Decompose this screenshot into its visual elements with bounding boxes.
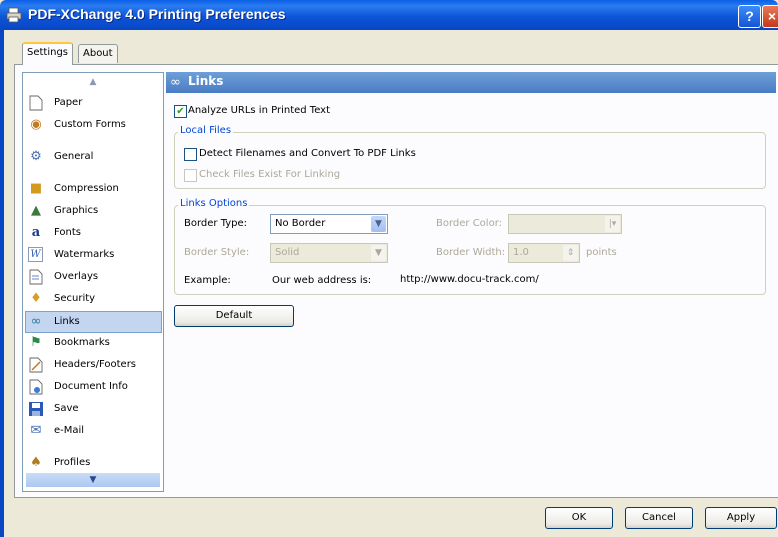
border-width-unit: points: [586, 247, 617, 258]
sidebar-item-document-info[interactable]: Document Info: [26, 377, 162, 397]
sidebar-item-custom-forms[interactable]: ◉ Custom Forms: [26, 115, 162, 135]
sidebar-item-general[interactable]: ⚙ General: [26, 147, 162, 167]
chevron-down-icon: ▼: [371, 216, 386, 232]
border-style-select[interactable]: Solid ▼: [270, 243, 388, 263]
sidebar-item-label: Headers/Footers: [54, 359, 137, 370]
sidebar-item-label: Overlays: [54, 271, 99, 282]
border-color-select[interactable]: |▾: [508, 214, 622, 234]
sidebar-item-label: Fonts: [54, 227, 81, 238]
general-icon: ⚙: [30, 149, 42, 164]
links-icon: ∞: [170, 75, 181, 90]
tab-settings[interactable]: Settings: [22, 42, 74, 65]
profiles-icon: ♠: [30, 455, 42, 470]
scroll-up-button[interactable]: ▲: [26, 75, 160, 89]
graphics-icon: ▲: [31, 203, 41, 218]
sidebar-item-fonts[interactable]: a Fonts: [26, 223, 162, 243]
check-files-checkbox[interactable]: [184, 169, 197, 182]
overlays-icon: [28, 269, 44, 285]
sidebar-item-security[interactable]: ♦ Security: [26, 289, 162, 309]
sidebar-item-email[interactable]: ✉ e-Mail: [26, 421, 162, 441]
tab-about[interactable]: About: [78, 44, 118, 63]
apply-button[interactable]: Apply: [705, 507, 777, 529]
window-frame-left: [0, 30, 4, 537]
sidebar-item-compression[interactable]: ■ Compression: [26, 179, 162, 199]
ok-button[interactable]: OK: [545, 507, 613, 529]
local-files-title: Local Files: [178, 125, 234, 136]
sidebar-item-label: Security: [54, 293, 96, 304]
page-header: ∞ Links: [166, 72, 776, 93]
local-files-group: [174, 132, 766, 189]
default-button[interactable]: Default: [174, 305, 294, 327]
border-type-value: No Border: [275, 218, 326, 229]
border-style-label: Border Style:: [184, 247, 250, 258]
sidebar-item-label: General: [54, 151, 94, 162]
analyze-urls-checkbox[interactable]: ✔: [174, 105, 187, 118]
window-title: PDF-XChange 4.0 Printing Preferences: [28, 6, 286, 22]
links-icon: ∞: [30, 314, 42, 329]
sidebar-item-label: Compression: [54, 183, 119, 194]
sidebar-item-label: Save: [54, 403, 79, 414]
sidebar-item-label: Links: [54, 316, 80, 327]
check-files-label: Check Files Exist For Linking: [199, 169, 341, 180]
sidebar-item-label: Custom Forms: [54, 119, 126, 130]
border-type-label: Border Type:: [184, 218, 248, 229]
example-url: http://www.docu-track.com/: [400, 274, 539, 285]
links-page: ∞ Links ✔ Analyze URLs in Printed Text L…: [166, 72, 776, 490]
watermarks-icon: W: [28, 247, 43, 262]
page-title: Links: [188, 74, 224, 88]
detect-filenames-checkbox[interactable]: [184, 148, 197, 161]
spinner-arrows-icon: ⇕: [563, 245, 578, 261]
border-width-label: Border Width:: [436, 247, 506, 258]
detect-filenames-label: Detect Filenames and Convert To PDF Link…: [199, 148, 416, 159]
custom-forms-icon: ◉: [30, 117, 42, 132]
sidebar-item-label: Bookmarks: [54, 337, 110, 348]
sidebar-item-graphics[interactable]: ▲ Graphics: [26, 201, 162, 221]
close-button[interactable]: ×: [762, 5, 778, 28]
analyze-urls-label: Analyze URLs in Printed Text: [188, 105, 331, 116]
sidebar-item-profiles[interactable]: ♠ Profiles: [26, 453, 162, 473]
sidebar-item-label: Paper: [54, 97, 83, 108]
sidebar-item-label: Profiles: [54, 457, 91, 468]
save-icon: [28, 401, 44, 417]
border-style-value: Solid: [275, 247, 300, 258]
border-type-select[interactable]: No Border ▼: [270, 214, 388, 234]
email-icon: ✉: [30, 423, 42, 438]
compression-icon: ■: [29, 181, 43, 196]
sidebar-item-overlays[interactable]: Overlays: [26, 267, 162, 287]
sidebar-item-label: Graphics: [54, 205, 99, 216]
help-button[interactable]: ?: [738, 5, 761, 28]
border-color-label: Border Color:: [436, 218, 503, 229]
sidebar-item-bookmarks[interactable]: ⚑ Bookmarks: [26, 333, 162, 353]
scroll-down-button[interactable]: ▼: [26, 473, 160, 487]
sidebar-item-label: e-Mail: [54, 425, 85, 436]
sidebar-item-links[interactable]: ∞ Links: [25, 311, 162, 333]
headers-footers-icon: [28, 357, 44, 373]
printer-icon: [6, 7, 22, 23]
title-bar: PDF-XChange 4.0 Printing Preferences ? ×: [0, 0, 778, 30]
bookmarks-icon: ⚑: [30, 335, 42, 350]
cancel-button[interactable]: Cancel: [625, 507, 693, 529]
category-sidebar: ▲ Paper ◉ Custom Forms ⚙ General ■ Compr…: [22, 72, 164, 492]
paper-icon: [28, 95, 44, 111]
chevron-down-icon: |▾: [605, 216, 620, 232]
sidebar-item-paper[interactable]: Paper: [26, 93, 162, 113]
border-width-value: 1.0: [513, 247, 529, 258]
sidebar-item-label: Watermarks: [54, 249, 115, 260]
document-info-icon: [28, 379, 44, 395]
links-options-title: Links Options: [178, 198, 250, 209]
sidebar-item-watermarks[interactable]: W Watermarks: [26, 245, 162, 265]
example-label: Example:: [184, 275, 231, 286]
sidebar-item-label: Document Info: [54, 381, 128, 392]
sidebar-item-save[interactable]: Save: [26, 399, 162, 419]
fonts-icon: a: [31, 225, 41, 240]
chevron-down-icon: ▼: [371, 245, 386, 261]
example-text: Our web address is:: [272, 275, 372, 286]
border-width-spinner[interactable]: 1.0 ⇕: [508, 243, 580, 263]
security-icon: ♦: [30, 291, 42, 306]
sidebar-item-headers-footers[interactable]: Headers/Footers: [26, 355, 162, 375]
